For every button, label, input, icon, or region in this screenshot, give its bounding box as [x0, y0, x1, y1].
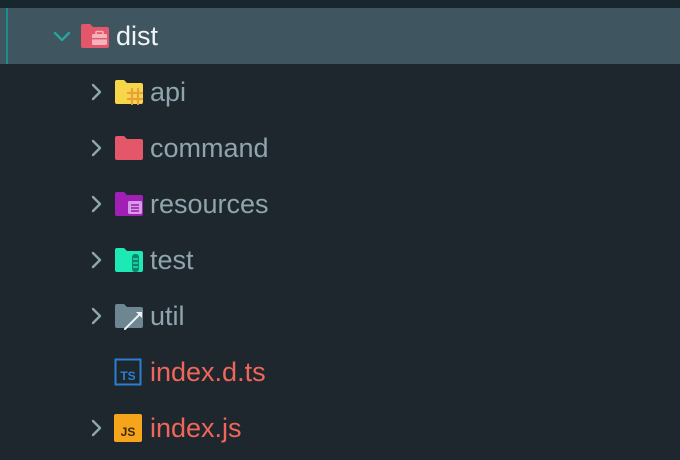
tree-label-api: api: [150, 77, 187, 107]
chevron-right-icon[interactable]: [86, 138, 106, 158]
chevron-right-icon[interactable]: [86, 418, 106, 438]
tree-row-index-d-ts[interactable]: TS index.d.ts: [0, 344, 680, 400]
tree-label-index-js: index.js: [150, 413, 242, 443]
tree-row-command[interactable]: command: [0, 120, 680, 176]
folder-test-icon: [115, 248, 143, 272]
selection-indicator: [6, 8, 8, 64]
folder-util-icon: [115, 304, 143, 330]
tree-row-resources[interactable]: resources: [0, 176, 680, 232]
svg-text:TS: TS: [120, 369, 135, 383]
chevron-right-icon[interactable]: [86, 306, 106, 326]
svg-text:JS: JS: [121, 425, 136, 439]
tree-label-command: command: [150, 133, 269, 163]
tree-row-index-js[interactable]: JS index.js: [0, 400, 680, 456]
typescript-def-icon: TS: [114, 358, 142, 386]
chevron-right-icon[interactable]: [86, 250, 106, 270]
tree-label-resources: resources: [150, 189, 269, 219]
folder-resources-icon: [115, 192, 143, 216]
file-explorer-tree: dist api command resources test util TS …: [0, 8, 680, 456]
tree-row-test[interactable]: test: [0, 232, 680, 288]
chevron-right-icon[interactable]: [86, 82, 106, 102]
panel-top-edge: [0, 0, 680, 8]
tree-row-dist[interactable]: dist: [0, 8, 680, 64]
folder-command-icon: [115, 136, 143, 160]
javascript-icon: JS: [114, 414, 142, 442]
chevron-down-icon[interactable]: [52, 26, 72, 46]
tree-row-api[interactable]: api: [0, 64, 680, 120]
folder-dist-open-icon: [81, 24, 109, 48]
tree-row-util[interactable]: util: [0, 288, 680, 344]
tree-label-test: test: [150, 245, 194, 275]
tree-label-index-d-ts: index.d.ts: [150, 357, 266, 387]
chevron-right-icon[interactable]: [86, 194, 106, 214]
folder-api-icon: [115, 80, 144, 106]
tree-label-util: util: [150, 301, 185, 331]
tree-label-dist: dist: [116, 21, 159, 51]
